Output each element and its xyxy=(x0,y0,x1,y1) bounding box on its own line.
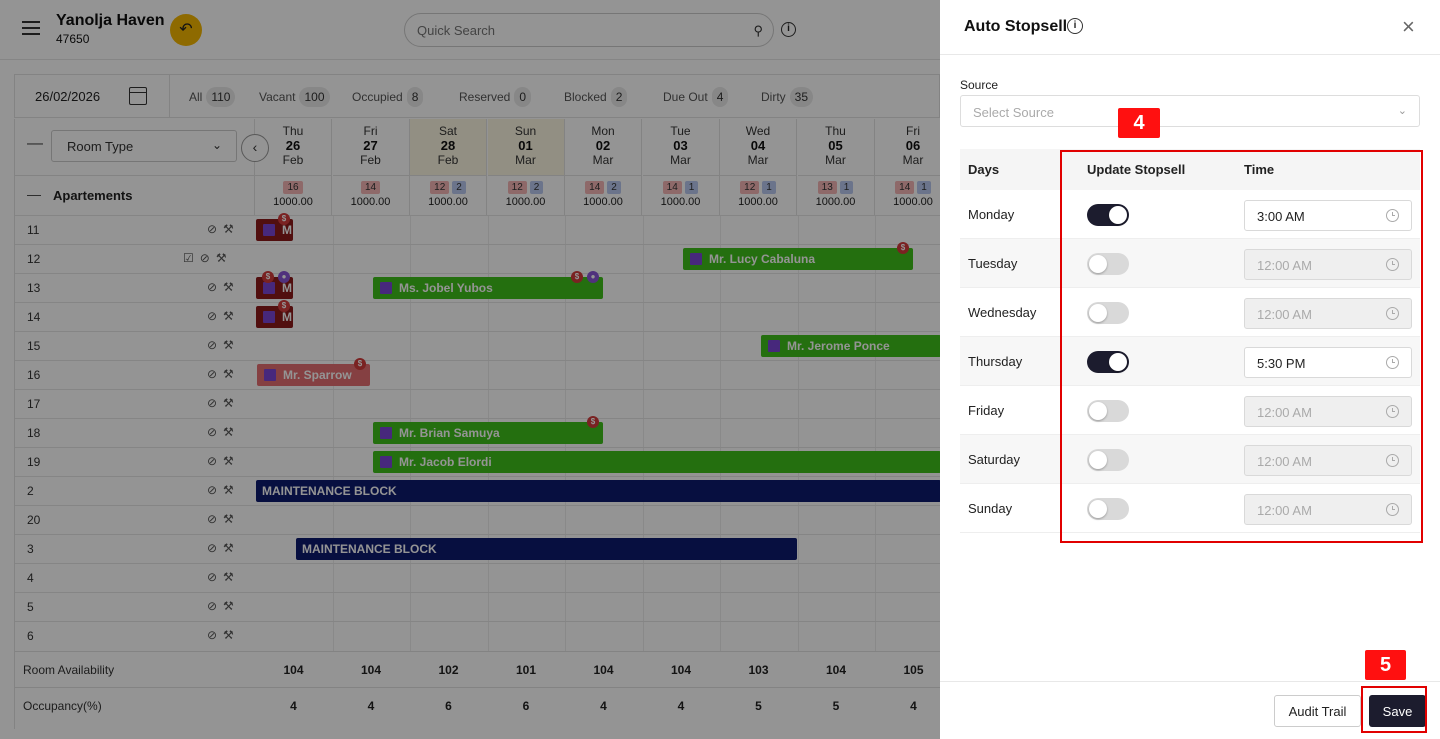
day-name: Sunday xyxy=(968,501,1013,516)
day-name: Saturday xyxy=(968,452,1021,467)
day-name: Friday xyxy=(968,403,1005,418)
audit-trail-button[interactable]: Audit Trail xyxy=(1274,695,1361,727)
day-name: Thursday xyxy=(968,354,1023,369)
close-icon[interactable]: × xyxy=(1402,16,1415,38)
highlight-box-step5 xyxy=(1361,686,1427,733)
info-icon[interactable]: i xyxy=(1067,18,1083,34)
chevron-down-icon: ⌄ xyxy=(1397,105,1407,117)
day-name: Wednesday xyxy=(968,305,1037,320)
days-column-header: Days xyxy=(968,162,1000,177)
source-placeholder: Select Source xyxy=(973,105,1054,120)
panel-title: Auto Stopsell xyxy=(964,18,1068,35)
step-5-badge: 5 xyxy=(1365,650,1406,680)
day-name: Tuesday xyxy=(968,256,1018,271)
step-4-badge: 4 xyxy=(1118,108,1160,138)
modal-overlay[interactable] xyxy=(0,0,940,739)
auto-stopsell-panel: Auto Stopsell i × Source Select Source ⌄… xyxy=(940,0,1440,739)
source-label: Source xyxy=(960,78,999,92)
source-select[interactable]: Select Source ⌄ xyxy=(960,95,1420,127)
highlight-box-step4 xyxy=(1060,150,1423,543)
day-name: Monday xyxy=(968,207,1015,222)
panel-header: Auto Stopsell i × xyxy=(940,0,1440,55)
